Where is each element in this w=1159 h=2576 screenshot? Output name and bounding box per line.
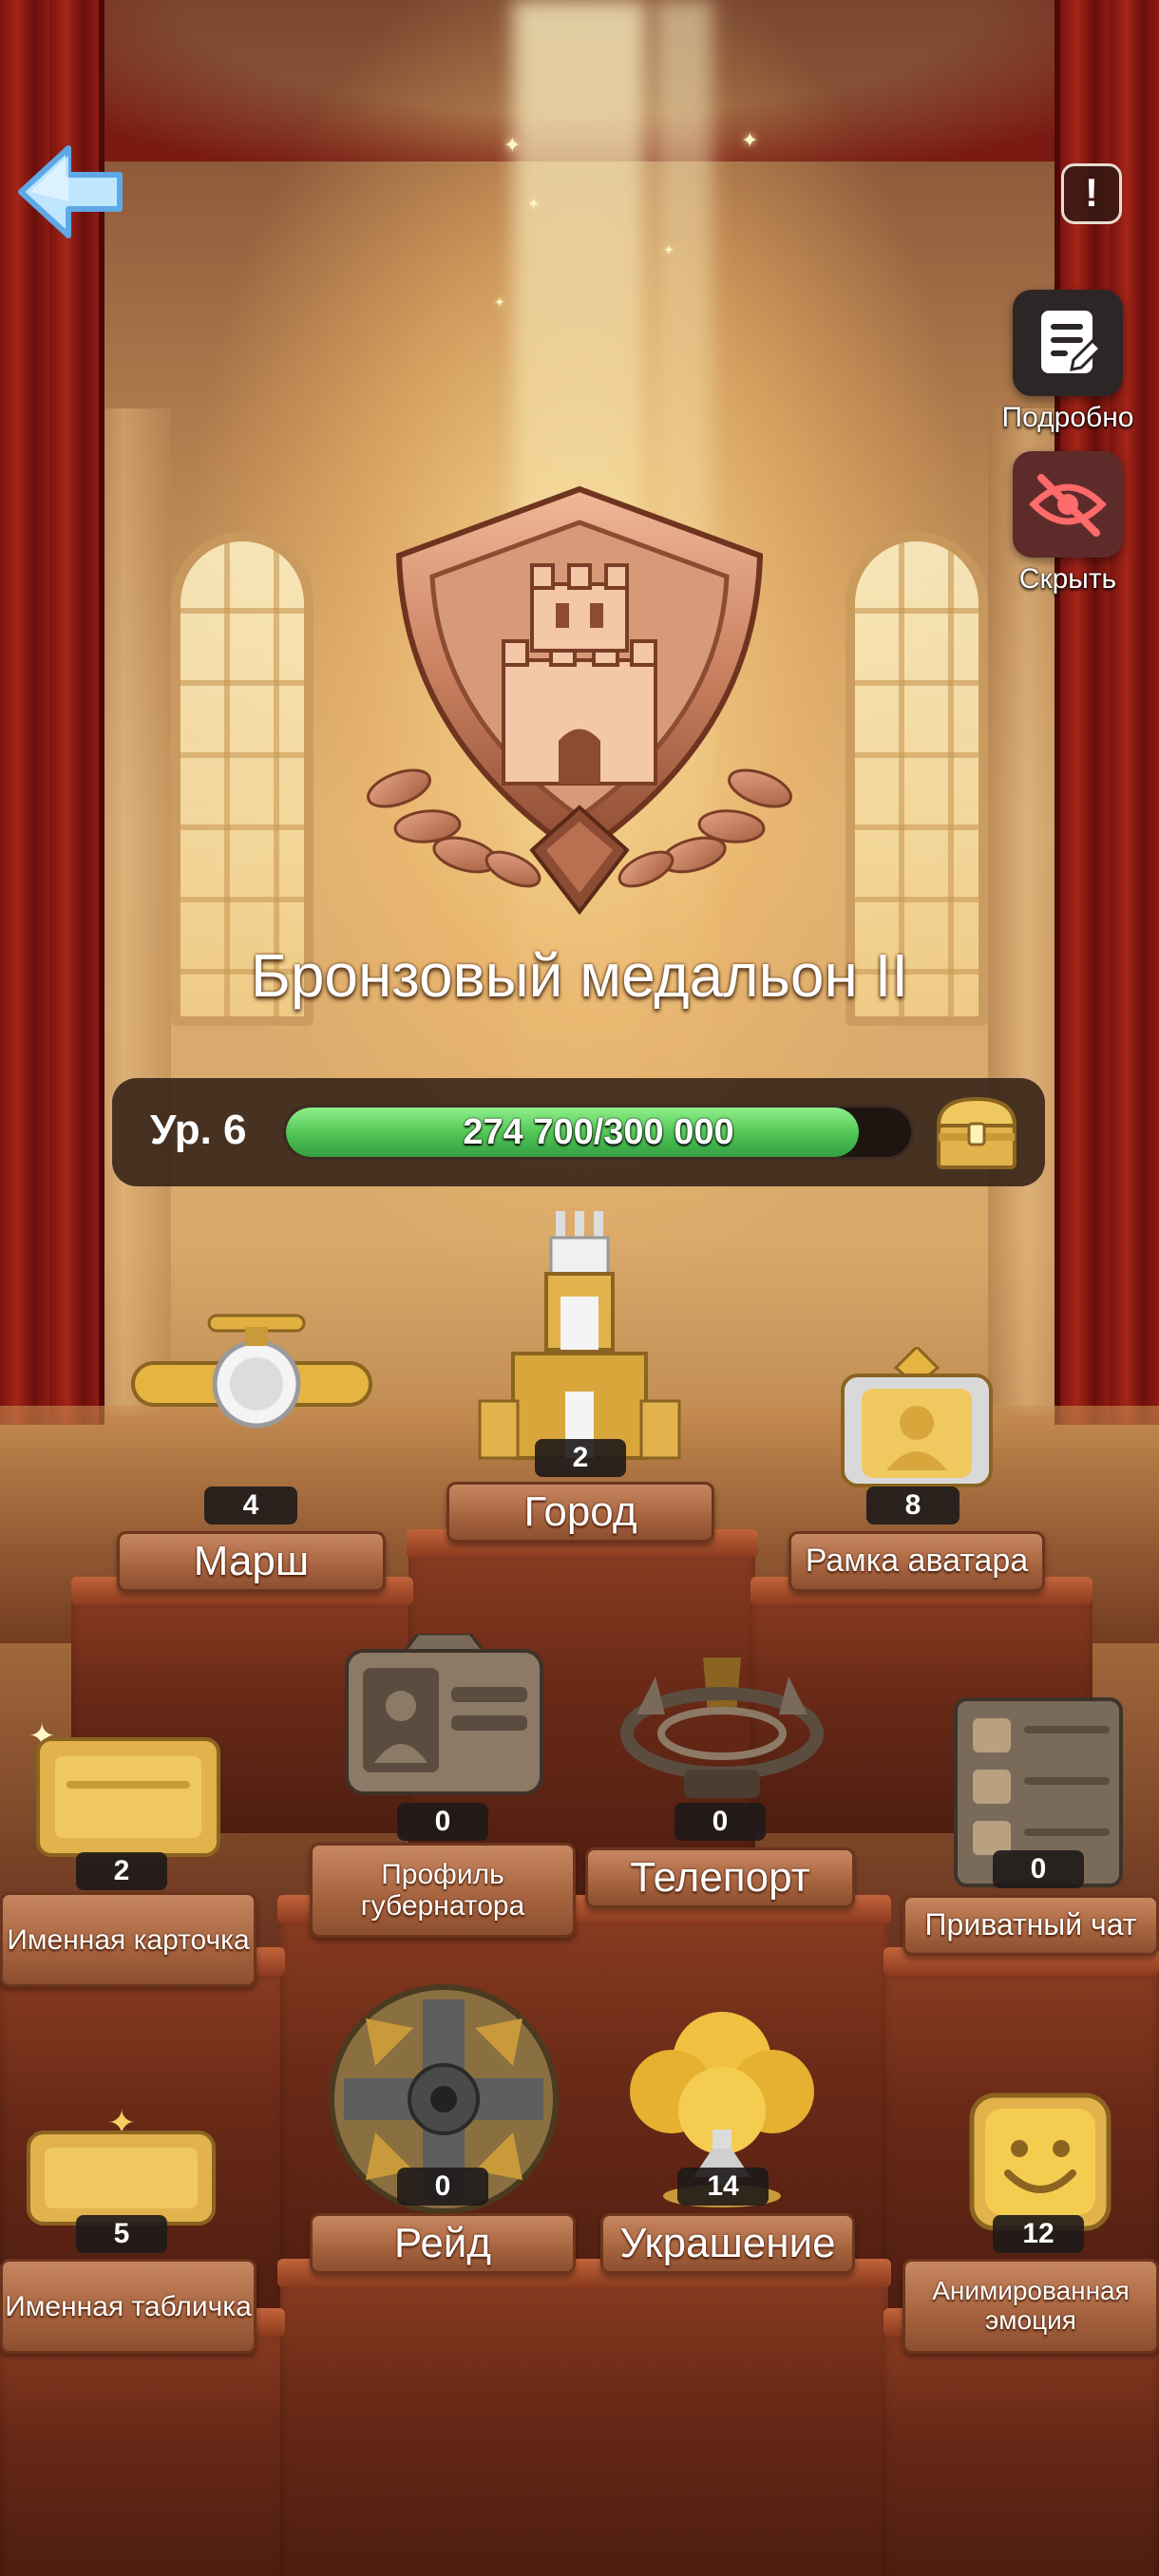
podium (280, 2265, 888, 2576)
reward-label-plate: Город (446, 1482, 714, 1543)
count-badge: 12 (993, 2215, 1084, 2253)
info-alert-button[interactable]: ! (1061, 163, 1122, 224)
reward-label-plate: Анимированная эмоция (902, 2259, 1159, 2354)
count-badge: 8 (866, 1487, 960, 1525)
podium (884, 2318, 1159, 2576)
reward-label-plate: Именная табличка (0, 2259, 256, 2354)
airplane-icon (131, 1314, 372, 1429)
count-badge: 2 (535, 1439, 626, 1477)
reward-label-plate: Рамка аватара (788, 1531, 1045, 1592)
sparkle: ✦ (741, 128, 759, 152)
sparkle: ✦ (527, 197, 541, 213)
sparkle: ✦ (494, 294, 505, 310)
treasure-chest-icon (936, 1096, 1017, 1169)
reward-label-plate: Профиль губернатора (310, 1843, 576, 1938)
reward-label-plate: Марш (117, 1531, 386, 1592)
podium (0, 2318, 285, 2576)
level-panel: Ур. 6 274 700/300 000 (112, 1078, 1045, 1186)
count-badge: 2 (76, 1852, 167, 1890)
teleport-ring-icon (620, 1657, 824, 1798)
reward-label: Рамка аватара (805, 1543, 1029, 1580)
count-badge: 5 (76, 2215, 167, 2253)
progress-text: 274 700/300 000 (463, 1112, 734, 1152)
hide-label: Скрыть (1018, 563, 1117, 595)
bronze-castle-shield-medal (367, 485, 792, 916)
profile-card-icon (345, 1634, 543, 1795)
reward-label-plate: Рейд (310, 2213, 576, 2274)
reward-label: Рейд (393, 2219, 492, 2266)
eye-off-icon (1029, 474, 1107, 537)
document-icon (1041, 311, 1103, 373)
medal-title: Бронзовый медальон II (250, 941, 909, 1010)
hide-button[interactable] (1013, 451, 1123, 558)
level-label: Ур. 6 (150, 1107, 247, 1153)
back-button[interactable] (13, 142, 127, 241)
reward-label: Украшение (619, 2219, 836, 2266)
reward-label: Телепорт (630, 1853, 810, 1901)
reward-label: Марш (193, 1537, 310, 1584)
exclamation-icon: ! (1085, 170, 1098, 215)
count-badge: 0 (397, 2168, 488, 2206)
reward-label: Приватный чат (924, 1907, 1137, 1942)
reward-label: Город (523, 1487, 637, 1535)
reward-label-plate: Телепорт (585, 1847, 855, 1908)
level-progress-bar: 274 700/300 000 (283, 1105, 914, 1160)
nameplate-icon: ✦ (27, 2104, 216, 2226)
count-badge: 14 (677, 2168, 769, 2206)
reward-label-plate: Приватный чат (902, 1895, 1159, 1956)
reward-label: Анимированная эмоция (932, 2276, 1130, 2335)
count-badge: 0 (993, 1850, 1084, 1888)
reward-label: Именная карточка (7, 1923, 250, 1956)
reward-chest-button[interactable] (929, 1091, 1024, 1173)
sparkle: ✦ (504, 133, 522, 157)
reward-label: Профиль губернатора (360, 1859, 525, 1922)
avatar-frame-icon (841, 1347, 993, 1487)
name-card-icon: ✦ (28, 1717, 220, 1857)
reward-label-plate: Украшение (600, 2213, 855, 2274)
count-badge: 4 (204, 1487, 297, 1525)
smiley-icon (969, 2093, 1112, 2231)
count-badge: 0 (397, 1803, 488, 1841)
reward-label: Именная табличка (5, 2290, 252, 2322)
sparkle: ✦ (663, 242, 674, 257)
back-arrow-icon (18, 145, 123, 238)
count-badge: 0 (674, 1803, 766, 1841)
details-button[interactable] (1013, 290, 1123, 396)
details-label: Подробно (1001, 402, 1134, 433)
reward-label-plate: Именная карточка (0, 1892, 256, 1987)
